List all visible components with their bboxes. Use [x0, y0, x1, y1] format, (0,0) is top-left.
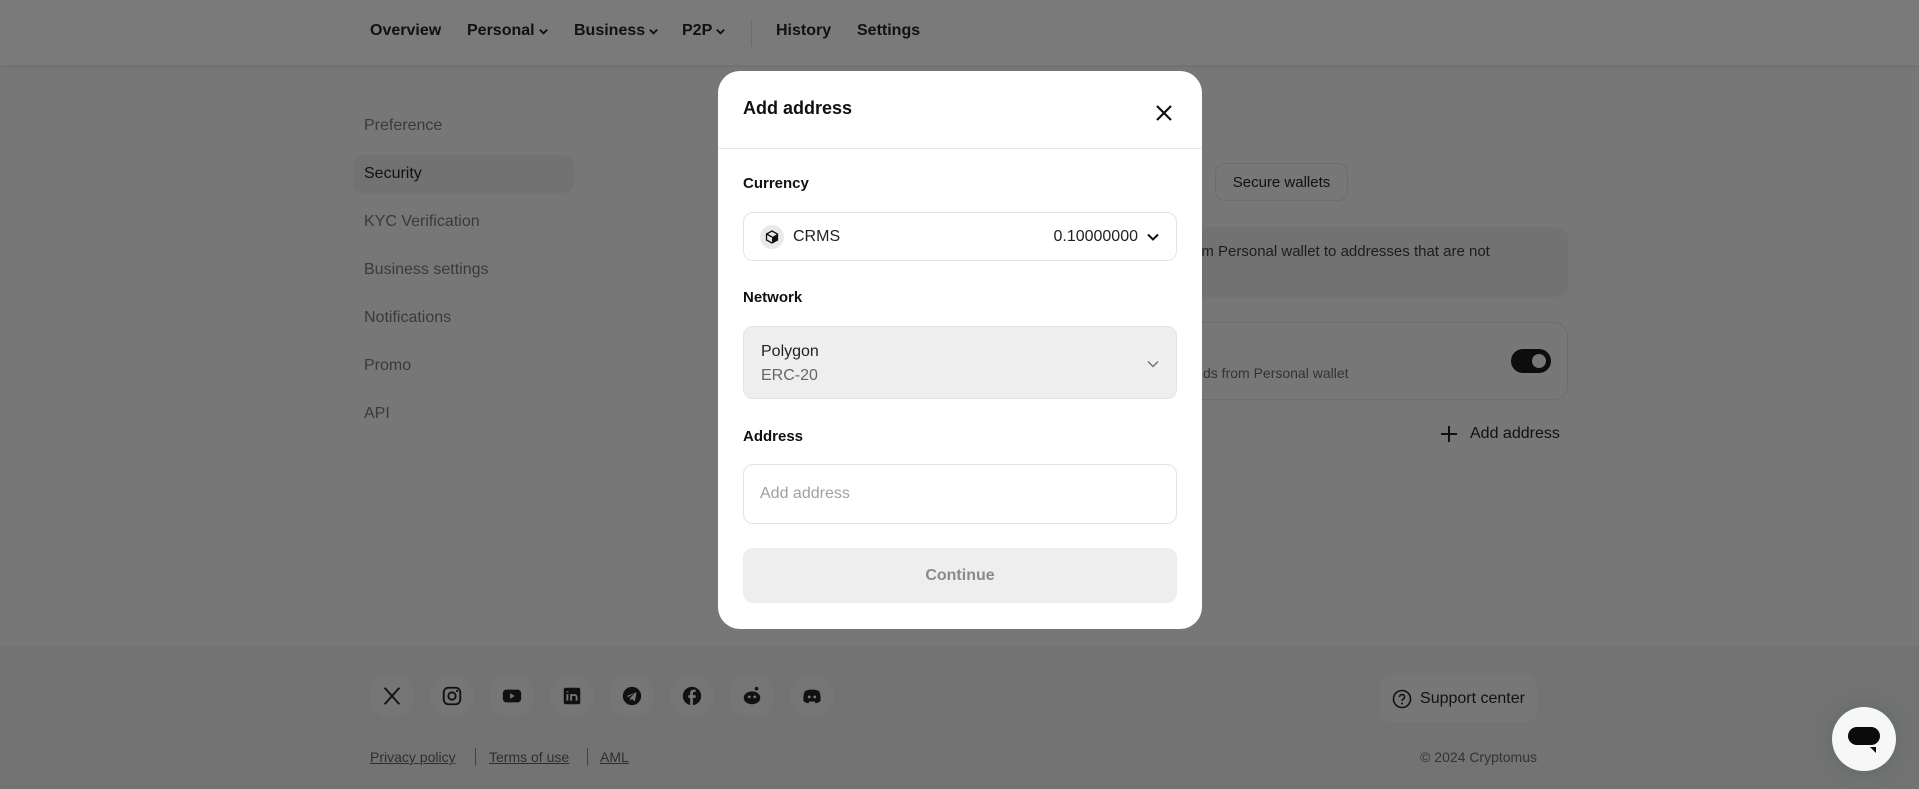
telegram-icon	[622, 686, 642, 706]
sidebar-item-kyc[interactable]: KYC Verification	[364, 213, 480, 231]
nav-label: Business	[574, 22, 646, 39]
chevron-down-icon	[1147, 360, 1159, 368]
social-instagram[interactable]	[430, 674, 474, 718]
social-youtube[interactable]	[490, 674, 534, 718]
network-name: Polygon	[761, 343, 819, 360]
address-label: Address	[743, 428, 804, 445]
currency-amount: 0.10000000	[1053, 228, 1138, 245]
social-x[interactable]	[370, 674, 414, 718]
currency-select[interactable]: CRMS 0.10000000	[743, 212, 1177, 261]
address-input[interactable]	[743, 464, 1177, 524]
secure-wallet-toggle[interactable]	[1511, 349, 1551, 373]
nav-label: History	[776, 22, 832, 39]
instagram-icon	[442, 686, 462, 706]
chevron-down-icon	[649, 28, 658, 35]
linkedin-icon	[563, 687, 581, 705]
social-telegram[interactable]	[610, 674, 654, 718]
continue-button[interactable]: Continue	[743, 548, 1177, 603]
network-select[interactable]: Polygon ERC-20	[743, 326, 1177, 399]
aml-link[interactable]: AML	[600, 749, 629, 765]
modal-title: Add address	[743, 98, 853, 118]
tab-secure-wallets[interactable]: Secure wallets	[1215, 163, 1348, 201]
chevron-down-icon	[1147, 233, 1159, 241]
add-address-label: Add address	[1470, 425, 1560, 442]
copyright: © 2024 Cryptomus	[1420, 749, 1537, 765]
footer	[0, 646, 1919, 789]
nav-p2p[interactable]: P2P	[682, 22, 726, 40]
toggle-knob	[1530, 352, 1548, 370]
sidebar-item-promo[interactable]: Promo	[364, 357, 411, 375]
top-nav: Overview Personal Business P2P History S…	[0, 0, 1919, 65]
nav-label: Settings	[857, 22, 921, 39]
add-address-modal: Add address Currency CRMS 0.10000000 Net…	[718, 71, 1202, 629]
terms-of-use-link[interactable]: Terms of use	[489, 749, 569, 765]
discord-icon	[803, 689, 821, 704]
support-center-label: Support center	[1420, 689, 1525, 707]
toggle-subtitle: ds from Personal wallet	[1203, 365, 1349, 381]
modal-divider	[718, 148, 1202, 149]
chevron-down-icon	[716, 28, 726, 35]
sidebar-item-api[interactable]: API	[364, 405, 390, 423]
nav-label: P2P	[682, 22, 713, 39]
social-discord[interactable]	[790, 674, 834, 718]
network-standard: ERC-20	[761, 367, 818, 384]
nav-personal[interactable]: Personal	[467, 22, 549, 40]
nav-overview[interactable]: Overview	[370, 22, 441, 40]
nav-settings[interactable]: Settings	[857, 22, 920, 40]
nav-divider	[751, 20, 752, 46]
add-address-link[interactable]: Add address	[1440, 425, 1560, 443]
facebook-icon	[682, 686, 702, 706]
cube-icon	[760, 225, 784, 249]
social-linkedin[interactable]	[550, 674, 594, 718]
question-circle-icon	[1392, 689, 1412, 708]
currency-label: Currency	[743, 175, 809, 192]
chevron-down-icon	[538, 28, 548, 35]
nav-label: Overview	[370, 22, 442, 39]
close-icon[interactable]	[1154, 103, 1174, 123]
sidebar-item-preference[interactable]: Preference	[364, 117, 442, 135]
chat-bubble-icon	[1848, 727, 1880, 753]
chat-widget-button[interactable]	[1832, 707, 1896, 771]
youtube-icon	[502, 689, 522, 703]
currency-name: CRMS	[793, 228, 841, 245]
sidebar-item-security[interactable]: Security	[364, 165, 422, 183]
social-reddit[interactable]	[730, 674, 774, 718]
info-text: om Personal wallet to addresses that are…	[1193, 243, 1490, 260]
network-label: Network	[743, 289, 803, 306]
x-icon	[383, 687, 401, 705]
link-divider	[587, 748, 588, 766]
nav-history[interactable]: History	[776, 22, 831, 40]
support-center-button[interactable]: Support center	[1380, 675, 1537, 722]
reddit-icon	[743, 686, 761, 705]
nav-label: Personal	[467, 22, 535, 39]
sidebar-item-notifications[interactable]: Notifications	[364, 309, 451, 327]
sidebar-item-business-settings[interactable]: Business settings	[364, 261, 489, 279]
plus-icon	[1441, 426, 1457, 442]
privacy-policy-link[interactable]: Privacy policy	[370, 749, 456, 765]
link-divider	[475, 748, 476, 766]
social-facebook[interactable]	[670, 674, 714, 718]
nav-business[interactable]: Business	[574, 22, 659, 40]
